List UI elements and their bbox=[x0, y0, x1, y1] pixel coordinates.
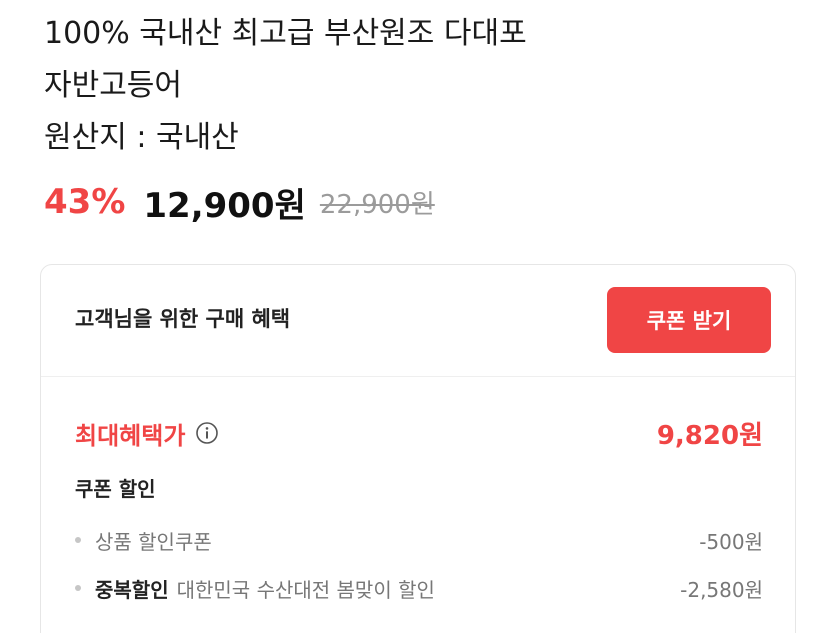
get-coupon-button[interactable]: 쿠폰 받기 bbox=[607, 287, 771, 353]
product-title-line-1: 100% 국내산 최고급 부산원조 다대포 bbox=[44, 16, 527, 51]
coupon-item-label: 대한민국 수산대전 봄맞이 할인 bbox=[176, 577, 435, 602]
purchase-benefits-card: 고객님을 위한 구매 혜택 쿠폰 받기 최대혜택가 9,820원 쿠폰 할인 상… bbox=[40, 264, 796, 633]
coupon-item-amount: -500원 bbox=[699, 529, 763, 554]
benefits-title: 고객님을 위한 구매 혜택 bbox=[75, 307, 291, 331]
max-benefit-label-group: 최대혜택가 bbox=[75, 416, 219, 451]
coupon-item-label: 상품 할인쿠폰 bbox=[95, 529, 212, 554]
bullet-icon bbox=[75, 585, 81, 591]
product-origin: 원산지 : 국내산 bbox=[44, 120, 239, 155]
coupon-item-row: 상품 할인쿠폰 -500원 bbox=[75, 523, 763, 557]
product-title-line-2: 자반고등어 bbox=[44, 68, 182, 103]
max-benefit-row: 최대혜택가 9,820원 bbox=[75, 413, 763, 453]
original-price: 22,900원 bbox=[319, 189, 435, 220]
coupon-item-label-group: 상품 할인쿠폰 bbox=[75, 526, 212, 555]
benefits-card-header: 고객님을 위한 구매 혜택 쿠폰 받기 bbox=[41, 265, 795, 377]
max-benefit-label: 최대혜택가 bbox=[75, 421, 186, 450]
coupon-item-label-group: 중복할인 대한민국 수산대전 봄맞이 할인 bbox=[75, 574, 435, 603]
product-detail-page: 100% 국내산 최고급 부산원조 다대포 자반고등어 원산지 : 국내산 43… bbox=[0, 0, 835, 633]
info-circle-icon[interactable] bbox=[195, 421, 219, 445]
max-benefit-price: 9,820원 bbox=[656, 420, 763, 451]
coupon-discount-title: 쿠폰 할인 bbox=[75, 477, 156, 501]
bullet-icon bbox=[75, 537, 81, 543]
coupon-item-amount: -2,580원 bbox=[680, 577, 763, 602]
price-row: 43% 12,900원 22,900원 bbox=[44, 176, 435, 228]
sale-price: 12,900원 bbox=[143, 185, 306, 226]
duplicate-discount-tag: 중복할인 bbox=[95, 577, 169, 602]
product-title-block: 100% 국내산 최고급 부산원조 다대포 자반고등어 원산지 : 국내산 bbox=[44, 8, 744, 164]
coupon-item-row: 중복할인 대한민국 수산대전 봄맞이 할인 -2,580원 bbox=[75, 571, 763, 605]
discount-rate: 43% bbox=[44, 182, 126, 222]
